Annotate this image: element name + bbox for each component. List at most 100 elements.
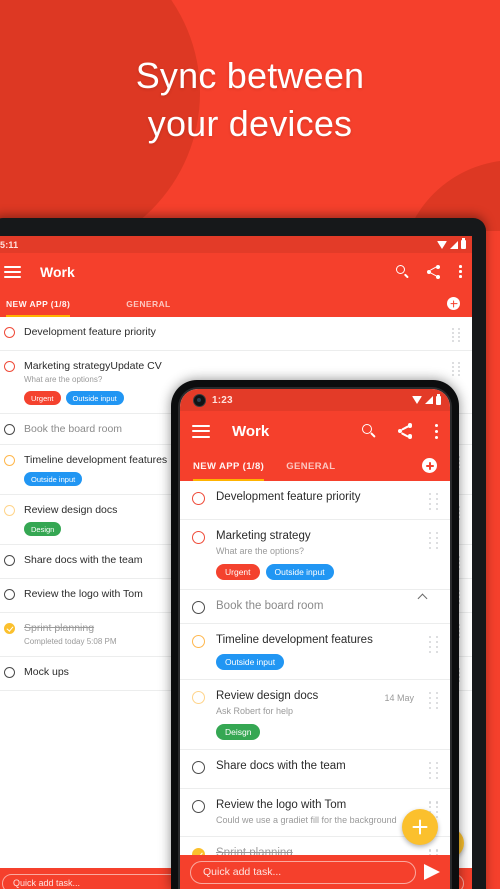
checkbox-icon[interactable] (192, 531, 205, 545)
tab-new-app[interactable]: NEW APP (1/8) (6, 299, 71, 317)
task-body: Review design docs Ask Robert for help Dei… (216, 689, 384, 741)
checkbox-icon[interactable] (192, 492, 205, 505)
more-vertical-icon[interactable] (434, 423, 438, 439)
task-tag[interactable]: Urgent (24, 391, 61, 405)
tab-general[interactable]: GENERAL (286, 461, 335, 481)
promo-banner: Sync between your devices (0, 0, 500, 231)
task-tag[interactable]: Outside input (265, 564, 334, 581)
checkbox-icon[interactable] (4, 455, 15, 466)
phone-quick-add-bar: Quick add task... (180, 855, 450, 889)
checkbox-icon[interactable] (4, 361, 15, 372)
search-icon[interactable] (396, 265, 409, 278)
battery-icon (436, 393, 441, 405)
task-row[interactable]: Development feature priority (180, 481, 450, 521)
subtask-row[interactable]: Book the board room (180, 590, 450, 625)
task-note: Could we use a gradiet fill for the back… (216, 815, 397, 826)
task-tags: Deisgn (216, 724, 384, 741)
task-title: Marketing strategyUpdate CV (24, 360, 162, 372)
hamburger-icon[interactable] (192, 424, 210, 438)
task-title: Review design docs (216, 690, 319, 703)
phone-tab-bar: NEW APP (1/8) GENERAL (180, 451, 450, 481)
task-body: Share docs with the team (216, 759, 423, 774)
task-row[interactable]: Timeline development features Outside inp… (180, 624, 450, 681)
checkbox-icon[interactable] (4, 424, 15, 435)
task-title: Development feature priority (216, 491, 361, 503)
checkbox-icon[interactable] (4, 505, 15, 516)
task-title: Book the board room (216, 600, 324, 613)
task-title: Development feature priority (24, 326, 156, 338)
phone-status-bar: 1:23 (180, 389, 450, 411)
task-body: Review the logo with Tom Could we use a g… (216, 798, 423, 827)
task-title: Timeline development features (216, 634, 373, 647)
status-icons (437, 238, 466, 249)
tablet-app-bar: Work (0, 253, 472, 290)
promo-headline-line1: Sync between (135, 55, 365, 96)
task-title: Share docs with the team (216, 760, 346, 773)
task-row[interactable]: Marketing strategy What are the options? U… (180, 520, 450, 591)
checkbox-icon[interactable] (4, 327, 15, 338)
checkbox-icon[interactable] (192, 761, 205, 775)
promo-headline: Sync between your devices (0, 52, 500, 148)
send-icon[interactable] (424, 864, 440, 880)
tab-new-app-label: NEW APP (1/8) (193, 461, 265, 472)
tab-new-app[interactable]: NEW APP (1/8) (193, 461, 265, 481)
task-tag[interactable]: Deisgn (216, 724, 261, 741)
hamburger-icon[interactable] (4, 265, 21, 278)
drag-handle-icon[interactable] (429, 493, 440, 511)
phone-app-bar: Work (180, 411, 450, 451)
plus-circle-icon[interactable] (447, 297, 460, 310)
checkbox-checked-icon[interactable] (4, 623, 15, 634)
checkbox-icon[interactable] (192, 800, 205, 814)
checkbox-icon[interactable] (4, 589, 15, 600)
task-tags: Urgent Outside input (216, 564, 423, 581)
task-body: Timeline development features Outside inp… (216, 633, 423, 671)
battery-icon (461, 238, 466, 249)
more-vertical-icon[interactable] (459, 265, 462, 278)
app-bar-actions (361, 423, 438, 439)
tab-general-label: GENERAL (126, 299, 171, 309)
task-tags: Outside input (216, 654, 423, 671)
checkbox-icon[interactable] (4, 555, 15, 566)
app-title: Work (40, 263, 75, 280)
promo-screenshot: Sync between your devices 5:11 Work NEW … (0, 0, 500, 889)
plus-circle-icon[interactable] (422, 458, 437, 473)
share-icon[interactable] (427, 264, 441, 279)
checkbox-icon[interactable] (4, 667, 15, 678)
task-tag[interactable]: Design (24, 522, 62, 536)
tab-general[interactable]: GENERAL (126, 299, 170, 317)
task-due-date: 14 May (384, 693, 414, 704)
task-row[interactable]: Development feature priority (0, 317, 472, 351)
search-icon[interactable] (361, 423, 377, 439)
checkbox-icon[interactable] (192, 601, 205, 615)
wifi-icon (412, 396, 422, 404)
task-title: Review the logo with Tom (216, 799, 347, 812)
phone-add-fab[interactable] (402, 809, 438, 845)
task-row[interactable]: Review design docs Ask Robert for help Dei… (180, 680, 450, 751)
drag-handle-icon[interactable] (452, 328, 461, 342)
task-body: Marketing strategy What are the options? U… (216, 529, 423, 581)
checkbox-icon[interactable] (192, 691, 205, 705)
drag-handle-icon[interactable] (429, 636, 440, 654)
task-tag[interactable]: Urgent (216, 564, 260, 581)
app-title: Work (232, 422, 270, 440)
tablet-status-bar: 5:11 (0, 236, 472, 253)
quick-add-input[interactable]: Quick add task... (190, 860, 416, 884)
tablet-tab-bar: NEW APP (1/8) GENERAL (0, 290, 472, 317)
drag-handle-icon[interactable] (429, 762, 440, 780)
task-body: Development feature priority (24, 325, 446, 339)
drag-handle-icon[interactable] (429, 532, 440, 550)
task-tag[interactable]: Outside input (24, 472, 83, 486)
task-note: What are the options? (216, 546, 305, 557)
tab-general-label: GENERAL (286, 461, 336, 472)
task-row[interactable]: Share docs with the team (180, 750, 450, 790)
signal-icon (450, 240, 458, 249)
task-body: Book the board room (216, 599, 440, 614)
app-bar-actions (396, 264, 462, 279)
drag-handle-icon[interactable] (452, 362, 461, 376)
drag-handle-icon[interactable] (429, 692, 440, 710)
task-tag[interactable]: Outside input (216, 654, 285, 671)
share-icon[interactable] (397, 423, 414, 439)
checkbox-icon[interactable] (192, 635, 205, 649)
phone-bezel: 1:23 Work NEW APP (1/8) GENERAL Developm… (178, 387, 452, 889)
task-tag[interactable]: Outside input (65, 391, 124, 405)
